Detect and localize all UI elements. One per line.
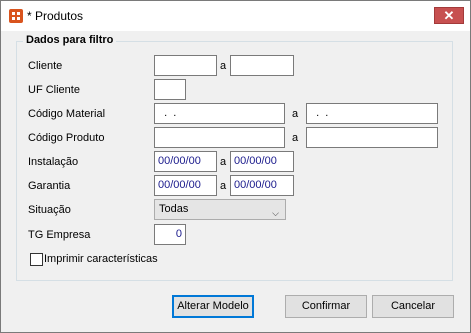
garantia-from-input[interactable]: 00/00/00 (154, 175, 217, 196)
chevron-down-icon: ⌵ (272, 208, 279, 218)
codigo-material-label: Código Material (28, 108, 106, 120)
confirmar-button[interactable]: Confirmar (285, 295, 367, 318)
dialog-window: * Produtos ✕ Dados para filtro Cliente a… (0, 0, 471, 333)
uf-cliente-input[interactable] (154, 79, 186, 100)
tg-empresa-input[interactable]: 0 (154, 224, 186, 245)
garantia-label: Garantia (28, 180, 71, 192)
cliente-to-input[interactable] (230, 55, 294, 76)
cancelar-button[interactable]: Cancelar (372, 295, 454, 318)
codigo-material-from-input[interactable]: . . (154, 103, 285, 124)
codigo-produto-range-separator: a (292, 132, 299, 144)
situacao-label: Situação (28, 204, 71, 216)
codigo-produto-label: Código Produto (28, 132, 105, 144)
situacao-select[interactable]: Todas ⌵ (154, 199, 286, 220)
close-icon: ✕ (443, 8, 455, 23)
imprimir-caracteristicas-checkbox[interactable] (30, 253, 43, 266)
codigo-produto-to-input[interactable] (306, 127, 438, 148)
filter-group-title: Dados para filtro (23, 34, 117, 46)
instalacao-from-input[interactable]: 00/00/00 (154, 151, 217, 172)
garantia-range-separator: a (220, 180, 227, 192)
app-grid-icon (9, 9, 23, 23)
situacao-selected-value: Todas (159, 203, 189, 215)
garantia-to-input[interactable]: 00/00/00 (230, 175, 294, 196)
tg-empresa-label: TG Empresa (28, 229, 91, 241)
alterar-modelo-button[interactable]: Alterar Modelo (172, 295, 254, 318)
instalacao-label: Instalação (28, 156, 79, 168)
cliente-range-separator: a (220, 60, 227, 72)
uf-cliente-label: UF Cliente (28, 84, 80, 96)
codigo-material-range-separator: a (292, 108, 299, 120)
close-button[interactable]: ✕ (434, 7, 464, 24)
codigo-material-to-input[interactable]: . . (306, 103, 438, 124)
imprimir-caracteristicas-label[interactable]: Imprimir características (44, 253, 158, 265)
cliente-from-input[interactable] (154, 55, 217, 76)
title-bar: * Produtos ✕ (1, 1, 470, 31)
cliente-label: Cliente (28, 60, 63, 72)
instalacao-to-input[interactable]: 00/00/00 (230, 151, 294, 172)
instalacao-range-separator: a (220, 156, 227, 168)
codigo-produto-from-input[interactable] (154, 127, 285, 148)
window-title: * Produtos (27, 9, 84, 23)
